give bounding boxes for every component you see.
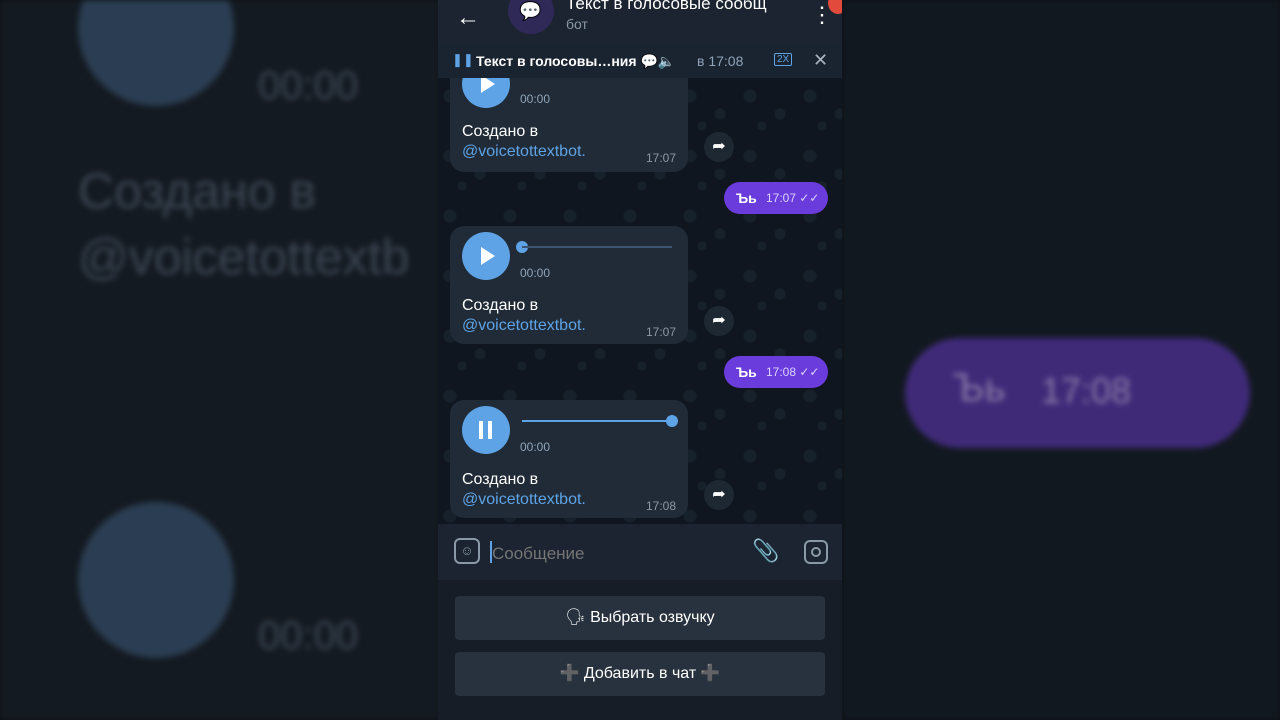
bg-duration-2: 00:00	[258, 614, 359, 658]
message-time: 17:07	[645, 151, 676, 165]
camera-icon[interactable]	[804, 540, 828, 564]
share-icon[interactable]: ➦	[704, 306, 734, 336]
plus-icon: ➕	[559, 665, 580, 682]
message-text: Создано в @voicetottextbot.	[462, 122, 586, 162]
outgoing-time: 17:07 ✓✓	[766, 191, 820, 205]
share-icon[interactable]: ➦	[704, 480, 734, 510]
pause-icon[interactable]: ❚❚	[452, 52, 474, 68]
play-icon	[481, 247, 495, 265]
waveform[interactable]	[522, 246, 672, 248]
chat-bubble-icon: 💬	[519, 1, 542, 21]
back-arrow-icon[interactable]: ←	[456, 4, 480, 32]
player-time: в 17:08	[697, 53, 744, 69]
voice-message: 00:00 Создано в @voicetottextbot. 17:07	[450, 78, 688, 172]
bot-handle-link[interactable]: @voicetottextbot.	[462, 317, 586, 334]
message-input[interactable]	[492, 544, 732, 564]
outgoing-text: Ъь	[736, 190, 757, 206]
seek-knob[interactable]	[666, 415, 678, 427]
voice-duration: 00:00	[520, 266, 551, 280]
bg-outgoing-bubble: Ъь 17:08	[905, 338, 1250, 448]
outgoing-message: Ъь 17:08 ✓✓	[724, 356, 828, 388]
close-icon[interactable]: ✕	[813, 50, 828, 71]
bg-pause-circle	[78, 502, 234, 658]
player-title[interactable]: Текст в голосовы…ния 💬🔈	[476, 53, 675, 70]
bg-out-time: 17:08	[1041, 370, 1132, 411]
message-text: Создано в @voicetottextbot.	[462, 296, 586, 336]
add-to-chat-label: Добавить в чат	[583, 665, 697, 682]
phone-screen: ← 💬 Текст в голосовые сообщ бот ⋮ ❚❚ Тек…	[438, 0, 842, 720]
play-button[interactable]	[462, 232, 510, 280]
waveform[interactable]	[522, 420, 672, 422]
speed-toggle[interactable]: 2X	[774, 53, 793, 66]
bot-avatar[interactable]: 💬	[508, 0, 554, 34]
pause-icon	[479, 421, 483, 439]
message-text: Создано в @voicetottextbot.	[462, 470, 586, 510]
play-icon	[481, 78, 495, 93]
message-time: 17:08	[645, 499, 676, 513]
message-list[interactable]: 00:00 Создано в @voicetottextbot. 17:07 …	[438, 78, 842, 524]
voice-duration: 00:00	[520, 92, 551, 106]
outgoing-time: 17:08 ✓✓	[766, 365, 820, 379]
outgoing-text: Ъь	[736, 364, 757, 380]
chat-subtitle: бот	[566, 16, 588, 32]
play-button[interactable]	[462, 78, 510, 108]
created-label: Создано в	[462, 123, 539, 140]
audio-player-bar: ❚❚ Текст в голосовы…ния 💬🔈 в 17:08 2X ✕	[438, 44, 842, 78]
outgoing-message: Ъь 17:07 ✓✓	[724, 182, 828, 214]
bg-handle-text: @voicetottextb	[78, 229, 410, 285]
bot-handle-link[interactable]: @voicetottextbot.	[462, 491, 586, 508]
message-input-bar: ☺ 📎	[438, 524, 842, 580]
voice-message: 00:00 Создано в @voicetottextbot. 17:07	[450, 226, 688, 344]
sticker-icon[interactable]: ☺	[454, 538, 480, 564]
pause-button[interactable]	[462, 406, 510, 454]
message-time: 17:07	[645, 325, 676, 339]
created-label: Создано в	[462, 297, 539, 314]
attach-icon[interactable]: 📎	[752, 538, 779, 564]
bg-duration-1: 00:00	[258, 64, 359, 108]
voice-duration: 00:00	[520, 440, 551, 454]
bg-out-text: Ъь	[953, 366, 1006, 410]
chat-header: ← 💬 Текст в голосовые сообщ бот ⋮	[438, 0, 842, 44]
plus-icon: ➕	[700, 665, 721, 682]
voice-message: 00:00 Создано в @voicetottextbot. 17:08	[450, 400, 688, 518]
chat-title[interactable]: Текст в голосовые сообщ	[566, 0, 767, 14]
choose-voice-button[interactable]: 🗣 Выбрать озвучку	[455, 596, 825, 640]
bot-handle-link[interactable]: @voicetottextbot.	[462, 143, 586, 160]
created-label: Создано в	[462, 471, 539, 488]
bg-created-text: Создано в	[78, 163, 317, 219]
add-to-chat-button[interactable]: ➕ Добавить в чат ➕	[455, 652, 825, 696]
share-icon[interactable]: ➦	[704, 132, 734, 162]
bot-keyboard: 🗣 Выбрать озвучку ➕ Добавить в чат ➕	[438, 580, 842, 720]
